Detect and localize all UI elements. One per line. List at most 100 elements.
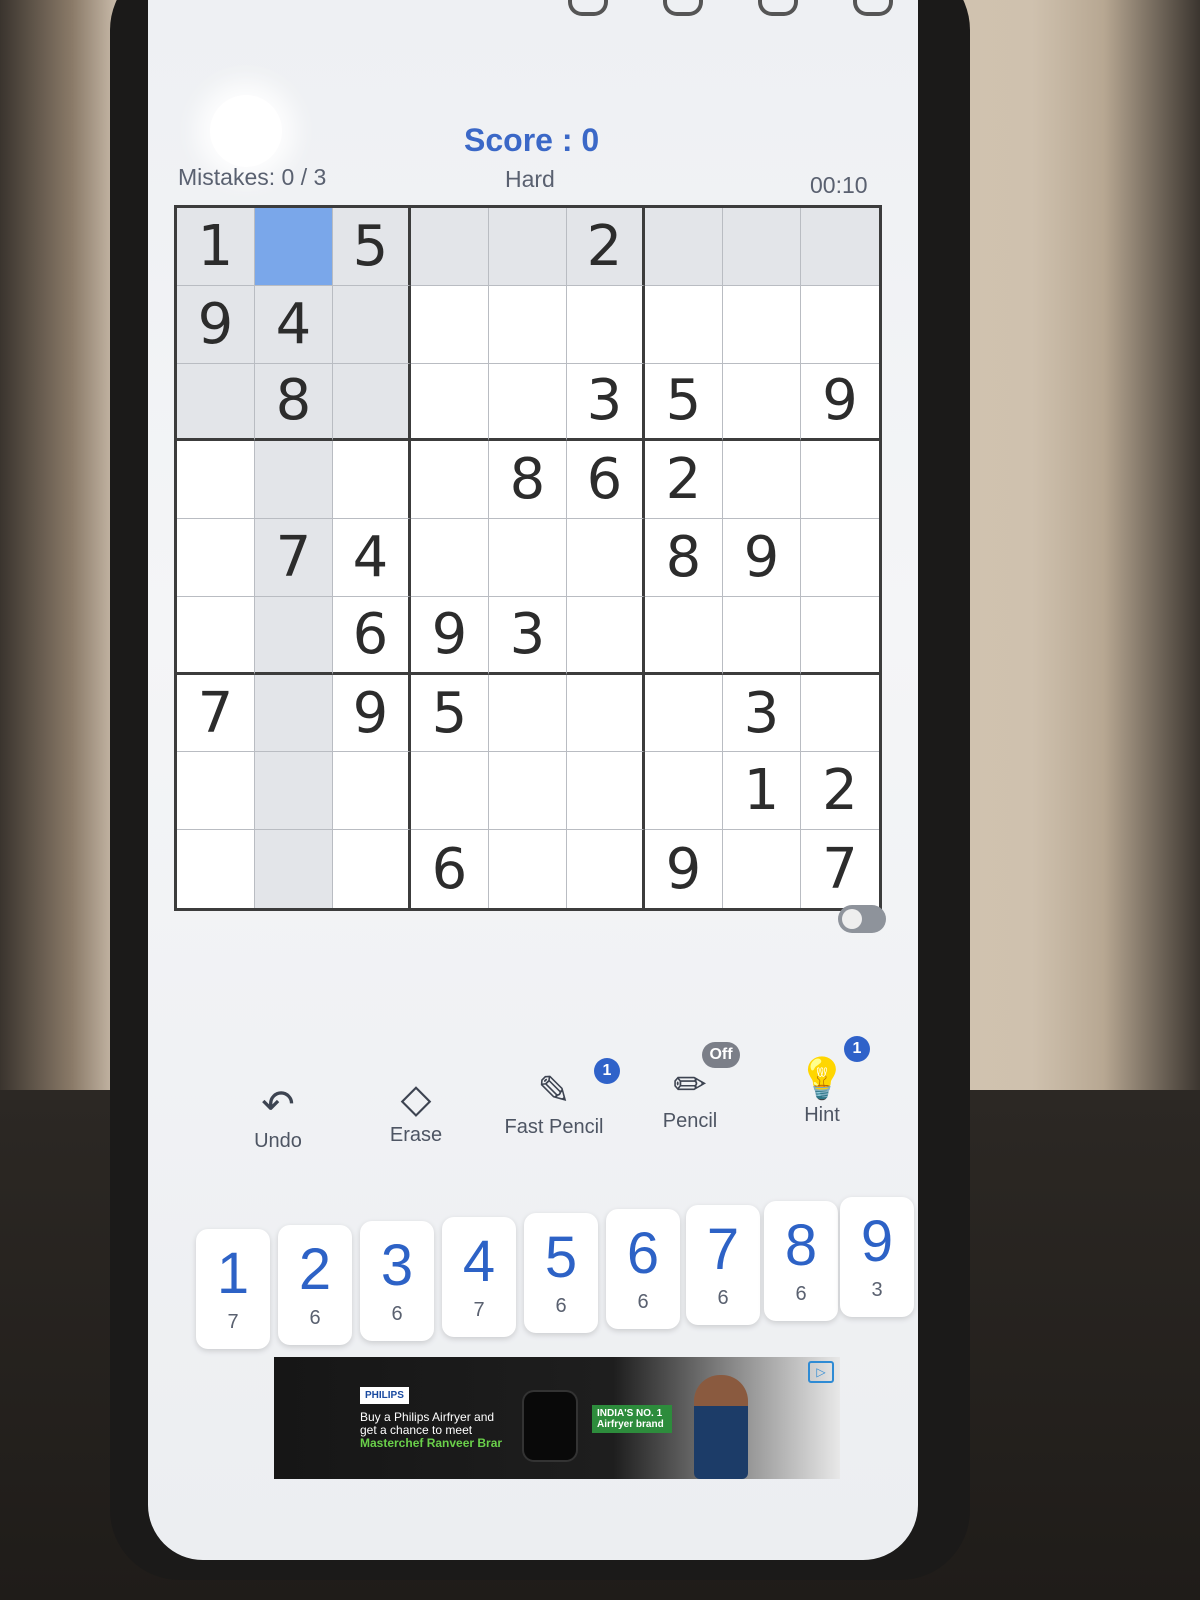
sudoku-cell[interactable]: 9 — [645, 830, 723, 908]
sudoku-cell[interactable] — [489, 285, 567, 364]
sudoku-cell[interactable]: 6 — [567, 441, 645, 520]
sudoku-cell[interactable] — [255, 752, 333, 831]
sudoku-cell[interactable] — [255, 674, 333, 753]
sudoku-cell[interactable] — [645, 596, 723, 675]
sudoku-cell[interactable] — [333, 441, 411, 520]
sudoku-cell[interactable]: 2 — [567, 208, 645, 286]
sudoku-cell[interactable]: 1 — [723, 752, 801, 831]
sudoku-cell[interactable]: 5 — [411, 674, 489, 753]
sudoku-cell[interactable] — [567, 674, 645, 753]
number-key-5[interactable]: 5 6 — [524, 1213, 598, 1333]
sudoku-cell[interactable]: 7 — [177, 674, 255, 753]
sudoku-cell[interactable]: 1 — [177, 208, 255, 286]
sudoku-cell[interactable]: 8 — [255, 363, 333, 442]
sudoku-cell[interactable] — [567, 752, 645, 831]
sudoku-cell[interactable] — [177, 519, 255, 597]
sudoku-cell[interactable] — [411, 752, 489, 831]
sudoku-cell[interactable]: 8 — [489, 441, 567, 520]
sudoku-cell[interactable] — [411, 441, 489, 520]
banner-ad[interactable]: PHILIPS Buy a Philips Airfryer and get a… — [274, 1357, 840, 1479]
sudoku-cell[interactable] — [177, 830, 255, 908]
sudoku-cell[interactable]: 3 — [489, 596, 567, 675]
sudoku-cell[interactable] — [723, 208, 801, 286]
sudoku-cell[interactable]: 4 — [333, 519, 411, 597]
sudoku-cell[interactable] — [255, 596, 333, 675]
top-icon[interactable] — [853, 0, 893, 16]
sudoku-cell[interactable] — [645, 285, 723, 364]
sudoku-cell[interactable] — [411, 285, 489, 364]
sudoku-cell[interactable] — [723, 830, 801, 908]
sudoku-cell[interactable] — [255, 441, 333, 520]
sudoku-cell[interactable] — [723, 441, 801, 520]
sudoku-cell[interactable]: 9 — [801, 364, 879, 442]
sudoku-cell[interactable]: 5 — [645, 363, 723, 442]
sudoku-cell[interactable]: 9 — [411, 596, 489, 675]
sudoku-cell[interactable]: 9 — [333, 674, 411, 753]
sudoku-cell[interactable] — [801, 286, 879, 364]
sudoku-cell[interactable] — [723, 596, 801, 675]
sudoku-cell[interactable]: 4 — [255, 285, 333, 364]
top-icon[interactable] — [663, 0, 703, 16]
top-icon[interactable] — [758, 0, 798, 16]
sudoku-cell[interactable]: 5 — [333, 208, 411, 286]
number-key-9[interactable]: 9 3 — [840, 1197, 914, 1317]
sudoku-cell[interactable]: 6 — [333, 596, 411, 675]
sudoku-cell[interactable] — [255, 208, 333, 286]
top-icon[interactable] — [568, 0, 608, 16]
sudoku-cell[interactable] — [801, 597, 879, 675]
sudoku-cell[interactable] — [723, 363, 801, 442]
sudoku-cell[interactable] — [333, 752, 411, 831]
sudoku-cell[interactable] — [567, 519, 645, 597]
sudoku-cell[interactable] — [489, 208, 567, 286]
sudoku-cell[interactable] — [801, 441, 879, 520]
number-key-7[interactable]: 7 6 — [686, 1205, 760, 1325]
sudoku-cell[interactable]: 3 — [567, 363, 645, 442]
sudoku-cell[interactable] — [489, 519, 567, 597]
sudoku-cell[interactable] — [489, 830, 567, 908]
number-key-2[interactable]: 2 6 — [278, 1225, 352, 1345]
number-key-4[interactable]: 4 7 — [442, 1217, 516, 1337]
sudoku-cell[interactable] — [255, 830, 333, 908]
sudoku-cell[interactable] — [177, 596, 255, 675]
sudoku-cell[interactable] — [567, 596, 645, 675]
sudoku-cell[interactable]: 2 — [645, 441, 723, 520]
sudoku-cell[interactable] — [411, 208, 489, 286]
number-key-8[interactable]: 8 6 — [764, 1201, 838, 1321]
sudoku-cell[interactable] — [567, 285, 645, 364]
sudoku-cell[interactable]: 9 — [723, 519, 801, 597]
sudoku-cell[interactable] — [177, 363, 255, 442]
undo-button[interactable]: ↶ Undo — [218, 1080, 338, 1153]
sudoku-cell[interactable] — [333, 363, 411, 442]
sudoku-cell[interactable] — [489, 752, 567, 831]
sudoku-cell[interactable] — [177, 752, 255, 831]
erase-button[interactable]: ◇ Erase — [356, 1074, 476, 1147]
sudoku-cell[interactable] — [645, 674, 723, 753]
number-key-3[interactable]: 3 6 — [360, 1221, 434, 1341]
auto-toggle[interactable] — [838, 905, 886, 933]
sudoku-cell[interactable]: 6 — [411, 830, 489, 908]
sudoku-cell[interactable] — [411, 363, 489, 442]
pencil-button[interactable]: ✏ Pencil Off — [630, 1042, 750, 1133]
sudoku-cell[interactable] — [801, 675, 879, 753]
sudoku-cell[interactable]: 7 — [255, 519, 333, 597]
sudoku-cell[interactable] — [333, 285, 411, 364]
sudoku-cell[interactable]: 2 — [801, 752, 879, 831]
sudoku-cell[interactable] — [489, 363, 567, 442]
sudoku-cell[interactable] — [411, 519, 489, 597]
ad-choices-icon[interactable]: ▷ — [808, 1361, 834, 1383]
sudoku-cell[interactable] — [801, 519, 879, 597]
hint-button[interactable]: 💡 Hint 1 — [762, 1036, 882, 1127]
sudoku-cell[interactable] — [645, 208, 723, 286]
sudoku-cell[interactable] — [489, 674, 567, 753]
sudoku-cell[interactable] — [645, 752, 723, 831]
fast-pencil-button[interactable]: ✎ Fast Pencil 1 — [494, 1058, 620, 1139]
sudoku-cell[interactable]: 9 — [177, 285, 255, 364]
sudoku-cell[interactable] — [801, 208, 879, 286]
sudoku-cell[interactable] — [723, 285, 801, 364]
sudoku-cell[interactable]: 7 — [801, 830, 879, 908]
sudoku-cell[interactable] — [333, 830, 411, 908]
sudoku-cell[interactable]: 8 — [645, 519, 723, 597]
sudoku-cell[interactable] — [177, 441, 255, 520]
number-key-1[interactable]: 1 7 — [196, 1229, 270, 1349]
number-key-6[interactable]: 6 6 — [606, 1209, 680, 1329]
